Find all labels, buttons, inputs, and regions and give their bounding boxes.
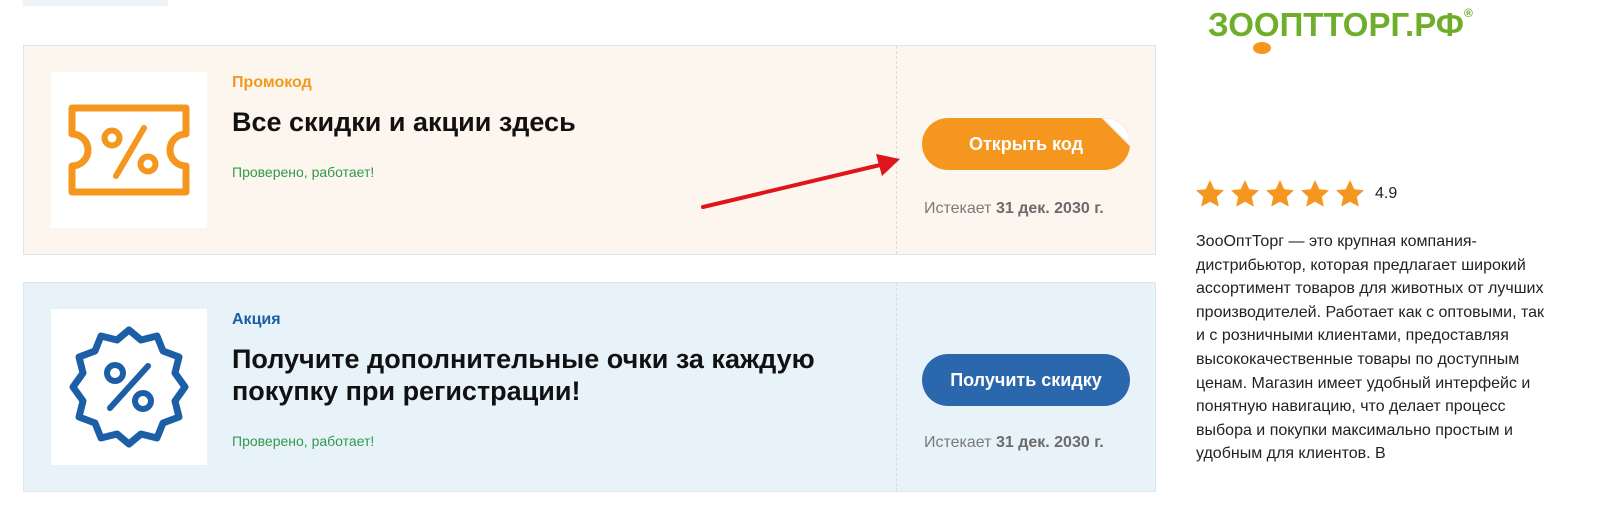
- coupon-title[interactable]: Все скидки и акции здесь: [232, 106, 576, 138]
- star-icon: [1301, 180, 1329, 207]
- expiry-text: Истекает 31 дек. 2030 г.: [924, 434, 1104, 452]
- deal-type-label: Акция: [232, 311, 281, 328]
- rating-value: 4.9: [1375, 185, 1398, 202]
- expiry-prefix: Истекает: [924, 434, 992, 451]
- verified-status: Проверено, работает!: [232, 164, 375, 180]
- ticket-percent-icon: [68, 104, 190, 196]
- star-icon: [1336, 180, 1364, 207]
- deal-card: Акция Получите дополнительные очки за ка…: [23, 282, 1156, 492]
- annotation-arrow: [701, 154, 900, 209]
- promo-card: Промокод Все скидки и акции здесь Провер…: [23, 45, 1156, 255]
- expiry-date: 31 дек. 2030 г.: [995, 434, 1104, 451]
- store-description: ЗооОптТорг — это крупная компания-дистри…: [1196, 233, 1545, 463]
- previous-card-edge: [23, 0, 168, 6]
- deal-title[interactable]: Получите дополнительные очки за каждую п…: [232, 343, 872, 407]
- star-icon: [1196, 180, 1224, 207]
- open-code-button-label: Открыть код: [968, 133, 1084, 154]
- get-discount-button[interactable]: Получить скидку: [922, 354, 1130, 406]
- logo-mascot-icon: [1253, 42, 1271, 54]
- deal-icon-box: [51, 309, 207, 465]
- deal-info: Акция Получите дополнительные очки за ка…: [232, 283, 882, 491]
- coupon-type-label: Промокод: [232, 74, 312, 91]
- expiry-prefix: Истекает: [924, 200, 992, 217]
- store-rating: 4.9: [1194, 178, 1397, 210]
- corner-peel: [1102, 118, 1130, 146]
- star-icon: [1266, 180, 1294, 207]
- verified-status: Проверено, работает!: [232, 433, 375, 449]
- open-code-button[interactable]: Открыть код: [922, 118, 1130, 170]
- expiry-text: Истекает 31 дек. 2030 г.: [924, 200, 1104, 218]
- card-divider: [896, 283, 897, 491]
- promo-icon-box: [51, 72, 207, 228]
- badge-percent-icon: [69, 326, 189, 448]
- expiry-date: 31 дек. 2030 г.: [995, 200, 1104, 217]
- star-icon: [1231, 180, 1259, 207]
- registered-mark: ®: [1463, 6, 1473, 20]
- page: Промокод Все скидки и акции здесь Провер…: [0, 0, 1600, 522]
